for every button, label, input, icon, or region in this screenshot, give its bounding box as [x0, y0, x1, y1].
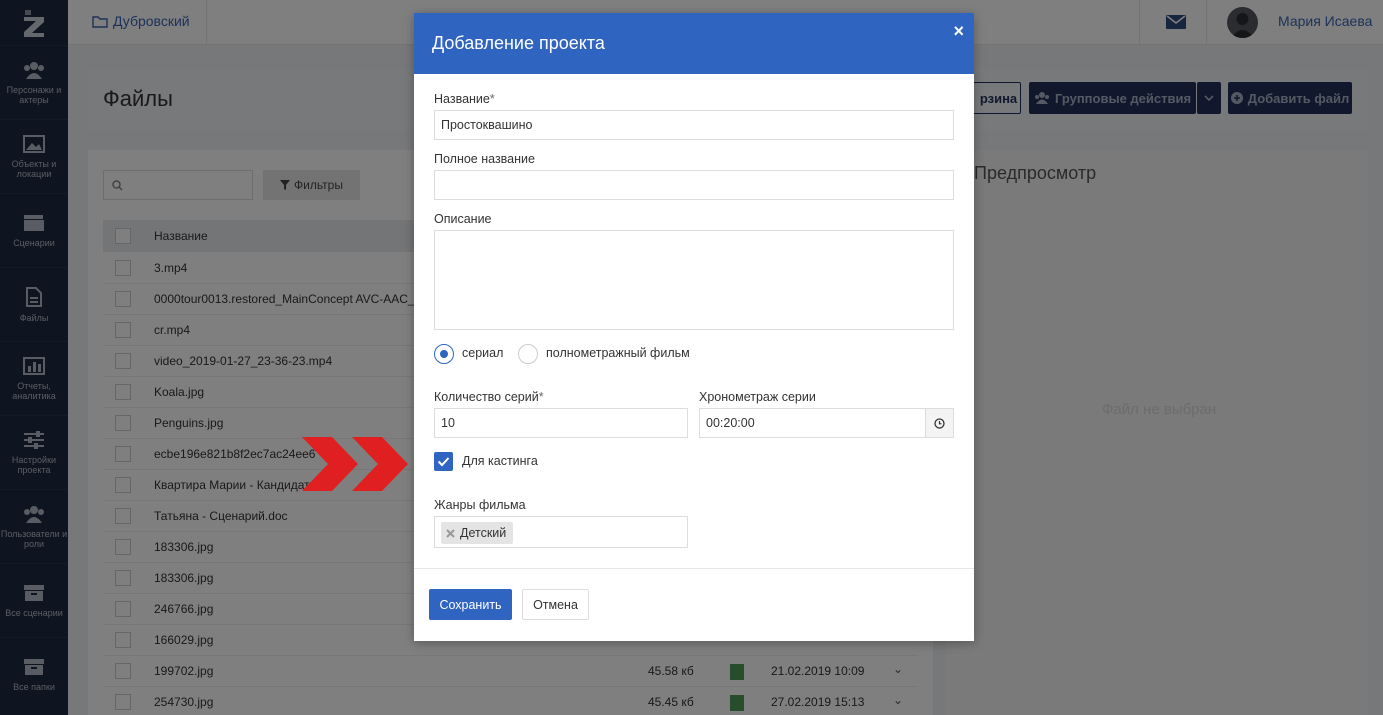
- name-label-text: Название: [434, 92, 490, 106]
- name-value: Простоквашино: [441, 118, 533, 132]
- close-icon[interactable]: ×: [953, 21, 964, 42]
- duration-field[interactable]: 00:20:00: [699, 408, 926, 438]
- casting-checkbox[interactable]: [434, 452, 453, 471]
- radio-series-label[interactable]: сериал: [462, 346, 503, 360]
- save-button[interactable]: Сохранить: [429, 589, 512, 620]
- dialog-title: Добавление проекта: [432, 33, 605, 53]
- episodes-value: 10: [441, 416, 455, 430]
- remove-icon[interactable]: [446, 528, 455, 538]
- required-mark: *: [538, 390, 544, 404]
- add-project-dialog: Добавление проекта × Название* Простоква…: [414, 13, 974, 641]
- required-mark: *: [489, 92, 495, 106]
- episodes-label: Количество серий*: [434, 390, 544, 404]
- radio-feature-film-label[interactable]: полнометражный фильм: [546, 346, 690, 360]
- radio-feature-film[interactable]: [518, 344, 538, 364]
- dialog-header: Добавление проекта ×: [414, 13, 974, 74]
- clock-button[interactable]: [925, 408, 954, 438]
- description-field[interactable]: [434, 230, 954, 330]
- episodes-label-text: Количество серий: [434, 390, 539, 404]
- full-name-label: Полное название: [434, 152, 535, 166]
- duration-value: 00:20:00: [706, 416, 755, 430]
- casting-label[interactable]: Для кастинга: [462, 454, 538, 468]
- name-field[interactable]: Простоквашино: [434, 110, 954, 140]
- genre-tag: Детский: [441, 522, 514, 544]
- cancel-button[interactable]: Отмена: [522, 589, 589, 620]
- genres-label: Жанры фильма: [434, 498, 526, 512]
- genre-tag-label: Детский: [460, 526, 507, 540]
- duration-label: Хронометраж серии: [699, 390, 816, 404]
- episodes-field[interactable]: 10: [434, 408, 688, 438]
- full-name-field[interactable]: [434, 170, 954, 200]
- clock-icon: [934, 417, 945, 429]
- check-icon: [437, 457, 450, 467]
- description-label: Описание: [434, 212, 492, 226]
- divider: [414, 568, 974, 569]
- radio-series[interactable]: [434, 344, 454, 364]
- pointer-arrows: [302, 437, 410, 494]
- name-label: Название*: [434, 92, 495, 106]
